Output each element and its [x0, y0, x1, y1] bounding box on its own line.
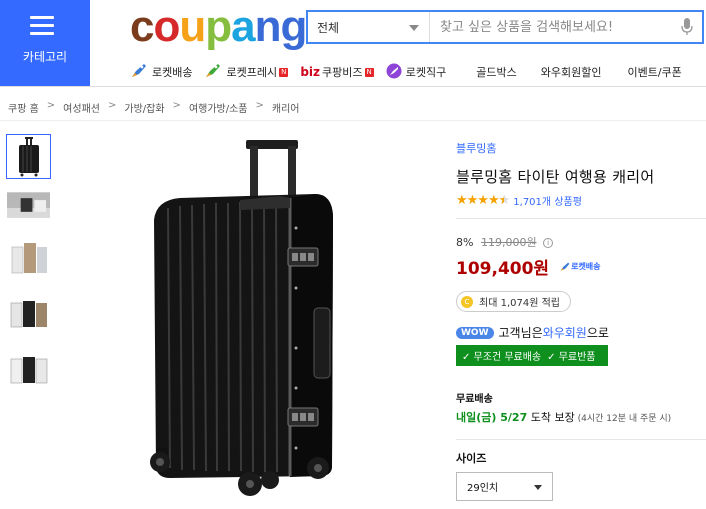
rating-row: ★★★★★ 1,701개 상품평	[456, 193, 706, 208]
search-bar: 전체	[306, 10, 704, 44]
star-rating: ★★★★★	[456, 193, 510, 208]
breadcrumb-divider	[0, 120, 706, 121]
rocket-icon	[130, 63, 148, 82]
rocket-delivery-badge: 로켓배송	[559, 261, 601, 272]
nav-item-rocket-delivery[interactable]: 로켓배송	[130, 63, 192, 82]
search-input[interactable]	[430, 12, 672, 42]
breadcrumb-item[interactable]: 캐리어	[272, 100, 300, 115]
nav-item-rocket-fresh[interactable]: 로켓프레시 N	[204, 63, 289, 82]
wow-member-row: WOW 고객님은 와우회원 으로	[456, 324, 706, 341]
product-page: 카테고리 coupang 전체 로켓배송 로켓프레시 N	[0, 0, 706, 509]
delivery-date: 내일(금) 5/27	[456, 411, 528, 424]
delivery-estimate: 내일(금) 5/27 도착 보장 (4시간 12분 내 주문 시)	[456, 411, 672, 424]
size-label: 사이즈	[456, 452, 487, 465]
thumbnail-2[interactable]	[6, 190, 51, 220]
shipping-label: 무료배송	[456, 394, 493, 405]
rocket-icon	[560, 262, 570, 271]
global-rocket-icon	[386, 63, 402, 82]
info-icon[interactable]: i	[543, 238, 554, 248]
size-value: 29인치	[467, 483, 499, 494]
wow-member-link[interactable]: 와우회원	[543, 324, 587, 341]
coin-icon: C	[461, 295, 473, 308]
new-badge: N	[279, 67, 289, 77]
sale-price: 109,400원	[456, 259, 550, 279]
free-return-label: ✓ 무료반품	[547, 352, 596, 363]
review-count-link[interactable]: 1,701개 상품평	[513, 193, 582, 208]
breadcrumb-item[interactable]: 여행가방/소품	[189, 100, 248, 115]
free-benefits-badge: ✓ 무조건 무료배송 ✓ 무료반품	[456, 345, 608, 366]
discount-rate: 8%	[456, 236, 474, 249]
delivery-note: (4시간 12분 내 주문 시)	[574, 414, 672, 424]
breadcrumb-separator: >	[172, 100, 181, 111]
top-nav: 로켓배송 로켓프레시 N biz 쿠팡비즈 N 로켓직구 골드박스 와우회원할인	[130, 60, 706, 84]
nav-item-rocket-global[interactable]: 로켓직구	[386, 63, 446, 82]
breadcrumb-item[interactable]: 여성패션	[63, 100, 100, 115]
search-category-value: 전체	[317, 20, 340, 35]
header-divider	[0, 86, 706, 87]
thumbnail-list	[6, 134, 52, 402]
category-menu-button[interactable]: 카테고리	[0, 0, 90, 86]
nav-item-goldbox[interactable]: 골드박스	[476, 64, 516, 80]
main-product-image[interactable]	[140, 128, 350, 508]
breadcrumb: 쿠팡 홈 > 여성패션 > 가방/잡화 > 여행가방/소품 > 캐리어	[8, 100, 300, 115]
thumbnail-1[interactable]	[6, 134, 51, 179]
thumbnail-3[interactable]	[6, 234, 51, 279]
thumbnail-4[interactable]	[6, 290, 51, 335]
free-shipping-label: ✓ 무조건 무료배송	[462, 352, 542, 363]
new-badge: N	[364, 67, 374, 77]
product-title: 블루밍홈 타이탄 여행용 캐리어	[456, 168, 655, 186]
nav-item-coupang-biz[interactable]: biz 쿠팡비즈 N	[300, 64, 374, 80]
reward-text: 최대 1,074원 적립	[479, 298, 560, 309]
divider	[456, 439, 706, 440]
nav-item-wow-discount[interactable]: 와우회원할인	[541, 64, 602, 80]
wow-badge: WOW	[456, 326, 494, 339]
hamburger-icon	[30, 16, 54, 40]
search-category-select[interactable]: 전체	[308, 12, 430, 42]
nav-item-events[interactable]: 이벤트/쿠폰	[627, 64, 681, 80]
original-price-row: 8% 119,000원 i	[456, 234, 706, 250]
coupang-logo[interactable]: coupang	[130, 2, 307, 52]
reward-points-badge: C 최대 1,074원 적립	[456, 291, 571, 312]
thumbnail-5[interactable]	[6, 346, 51, 391]
breadcrumb-separator: >	[46, 100, 56, 111]
product-details: 블루밍홈 블루밍홈 타이탄 여행용 캐리어 ★★★★★ 1,701개 상품평 8…	[456, 140, 706, 501]
fresh-rocket-icon	[204, 63, 222, 82]
microphone-icon[interactable]	[672, 12, 702, 42]
chevron-down-icon	[534, 485, 542, 490]
divider	[456, 218, 706, 219]
original-price: 119,000원	[480, 236, 537, 249]
chevron-down-icon	[409, 25, 419, 31]
size-select[interactable]: 29인치	[456, 472, 553, 501]
biz-logo: biz	[300, 65, 321, 79]
breadcrumb-item[interactable]: 쿠팡 홈	[8, 100, 39, 115]
breadcrumb-separator: >	[255, 100, 264, 111]
breadcrumb-separator: >	[107, 100, 117, 111]
brand-link[interactable]: 블루밍홈	[456, 140, 706, 156]
category-menu-label: 카테고리	[22, 50, 68, 64]
sale-price-row: 109,400원 로켓배송	[456, 254, 706, 279]
breadcrumb-item[interactable]: 가방/잡화	[124, 100, 164, 115]
